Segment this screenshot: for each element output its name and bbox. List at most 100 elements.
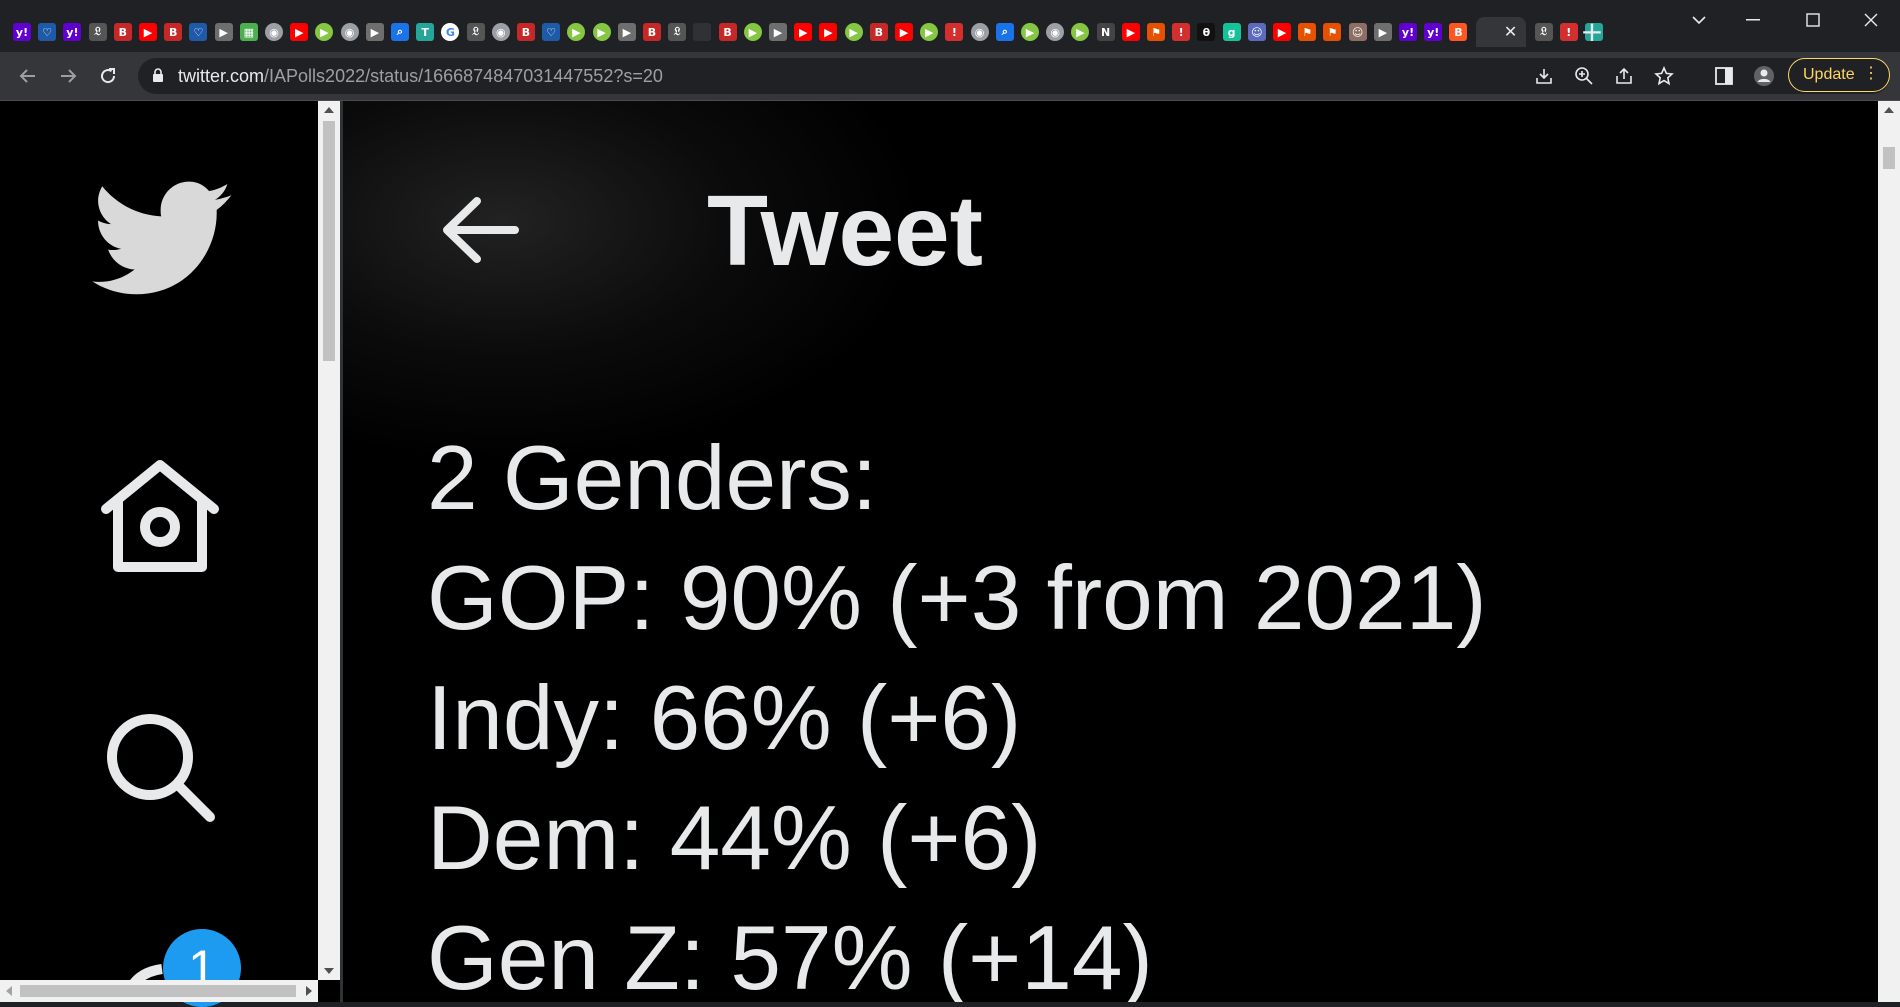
browser-tab[interactable]: ▶ xyxy=(564,17,588,47)
scroll-up-icon[interactable] xyxy=(1884,107,1894,113)
scrollbar-thumb[interactable] xyxy=(20,985,296,997)
scroll-down-icon[interactable] xyxy=(324,968,334,974)
scrollbar-thumb[interactable] xyxy=(323,121,335,361)
browser-tab[interactable]: ◉ xyxy=(489,17,513,47)
more-menu-icon[interactable]: ⋮ xyxy=(1863,65,1879,83)
browser-tab[interactable]: ▶ xyxy=(363,17,387,47)
browser-tab[interactable]: ▶ xyxy=(1371,17,1395,47)
browser-tab[interactable]: B xyxy=(867,17,891,47)
browser-tab[interactable]: ! xyxy=(942,17,966,47)
address-bar[interactable]: twitter.com/IAPolls2022/status/166687484… xyxy=(138,58,1890,94)
browser-tab[interactable]: ◉ xyxy=(338,17,362,47)
maximize-icon[interactable] xyxy=(1790,8,1836,32)
side-panel-icon[interactable] xyxy=(1710,62,1738,90)
active-tab[interactable]: ✕ xyxy=(1475,17,1526,47)
browser-tab[interactable]: 𝔏 xyxy=(1532,17,1556,47)
browser-tab[interactable]: ! xyxy=(1557,17,1581,47)
close-window-icon[interactable] xyxy=(1848,8,1894,32)
browser-tab[interactable]: ⚑ xyxy=(1320,17,1344,47)
page-vertical-scrollbar[interactable] xyxy=(1878,101,1900,1002)
browser-tab[interactable]: ▶ xyxy=(1068,17,1092,47)
browser-tab[interactable]: ▶ xyxy=(892,17,916,47)
browser-tab[interactable]: ▶ xyxy=(615,17,639,47)
browser-tab[interactable]: ◉ xyxy=(968,17,992,47)
install-app-icon[interactable] xyxy=(1530,62,1558,90)
browser-tab[interactable]: ☺ xyxy=(1346,17,1370,47)
browser-tab[interactable]: ♡ xyxy=(186,17,210,47)
close-tab-icon[interactable]: ✕ xyxy=(1502,23,1520,41)
new-tab-button[interactable]: + xyxy=(1580,17,1604,47)
twitter-logo-icon[interactable] xyxy=(92,181,234,303)
browser-tab[interactable]: B xyxy=(111,17,135,47)
tab-search-chevron-icon[interactable] xyxy=(1676,8,1722,32)
browser-tab[interactable]: ♡ xyxy=(539,17,563,47)
browser-tab[interactable]: y! xyxy=(10,17,34,47)
youtube-icon: ▶ xyxy=(139,23,157,41)
browser-tab[interactable]: ▶ xyxy=(136,17,160,47)
back-arrow-icon[interactable] xyxy=(439,195,519,269)
browser-tab[interactable]: B xyxy=(514,17,538,47)
browser-tab[interactable]: y! xyxy=(1396,17,1420,47)
back-button[interactable] xyxy=(14,62,42,90)
home-icon[interactable] xyxy=(98,459,222,579)
browser-tab[interactable]: 𝔏 xyxy=(86,17,110,47)
browser-tab[interactable]: ◉ xyxy=(262,17,286,47)
browser-tab[interactable]: y! xyxy=(1421,17,1445,47)
browser-tab[interactable]: ▶ xyxy=(1018,17,1042,47)
browser-tab[interactable] xyxy=(690,17,714,47)
browser-tab[interactable]: ⌕ xyxy=(993,17,1017,47)
browser-tab[interactable]: ⌕ xyxy=(388,17,412,47)
reload-icon xyxy=(101,68,116,84)
scroll-right-icon[interactable] xyxy=(306,986,312,996)
sidebar-vertical-scrollbar[interactable] xyxy=(318,101,340,980)
browser-tab[interactable]: B xyxy=(1446,17,1470,47)
browser-tab[interactable]: ◉ xyxy=(1043,17,1067,47)
update-button[interactable]: Update ⋮ xyxy=(1788,58,1890,92)
browser-tab[interactable]: ▶ xyxy=(741,17,765,47)
bookmark-star-icon[interactable] xyxy=(1650,62,1678,90)
browser-tab[interactable]: ⚑ xyxy=(1144,17,1168,47)
browser-tab[interactable]: ▶ xyxy=(312,17,336,47)
url-text[interactable]: twitter.com/IAPolls2022/status/166687484… xyxy=(178,65,663,87)
lock-icon[interactable] xyxy=(152,68,164,87)
search-icon[interactable] xyxy=(104,711,216,827)
browser-tab[interactable]: ▶ xyxy=(816,17,840,47)
browser-tab[interactable]: T xyxy=(413,17,437,47)
browser-tab[interactable]: B xyxy=(716,17,740,47)
scroll-up-icon[interactable] xyxy=(324,107,334,113)
scroll-left-icon[interactable] xyxy=(6,986,12,996)
browser-tab[interactable]: g xyxy=(1220,17,1244,47)
browser-tab[interactable]: ▶ xyxy=(590,17,614,47)
browser-tab[interactable]: 𝔏 xyxy=(464,17,488,47)
zoom-icon[interactable] xyxy=(1570,62,1598,90)
browser-tab[interactable]: ! xyxy=(1169,17,1193,47)
browser-tab[interactable]: N xyxy=(1094,17,1118,47)
scrollbar-thumb[interactable] xyxy=(1883,147,1895,169)
browser-tab[interactable]: ▶ xyxy=(287,17,311,47)
browser-tab[interactable]: ☺ xyxy=(1245,17,1269,47)
browser-tab[interactable]: G xyxy=(438,17,462,47)
browser-tab[interactable]: ▶ xyxy=(842,17,866,47)
browser-tab[interactable]: ▦ xyxy=(237,17,261,47)
bi-icon: B xyxy=(113,23,132,41)
browser-tab[interactable]: ▶ xyxy=(917,17,941,47)
browser-tab[interactable]: ♡ xyxy=(35,17,59,47)
browser-tab[interactable]: ▶ xyxy=(1119,17,1143,47)
browser-tab[interactable]: ⚑ xyxy=(1295,17,1319,47)
share-icon[interactable] xyxy=(1610,62,1638,90)
browser-tab[interactable]: ▶ xyxy=(766,17,790,47)
browser-tab[interactable]: B xyxy=(161,17,185,47)
reload-button[interactable] xyxy=(94,62,122,90)
browser-tab[interactable]: B xyxy=(640,17,664,47)
browser-tab[interactable]: y! xyxy=(60,17,84,47)
youtube-icon: ▶ xyxy=(1121,23,1140,41)
browser-tab[interactable]: 𝔏 xyxy=(665,17,689,47)
browser-tab[interactable]: ▶ xyxy=(212,17,236,47)
browser-tab[interactable]: ▶ xyxy=(791,17,815,47)
browser-tab[interactable]: ▶ xyxy=(1270,17,1294,47)
browser-tab[interactable]: θ xyxy=(1194,17,1218,47)
profile-icon[interactable] xyxy=(1750,62,1778,90)
forward-button[interactable] xyxy=(54,62,82,90)
minimize-icon[interactable] xyxy=(1730,8,1776,32)
sidebar-horizontal-scrollbar[interactable] xyxy=(0,980,318,1002)
